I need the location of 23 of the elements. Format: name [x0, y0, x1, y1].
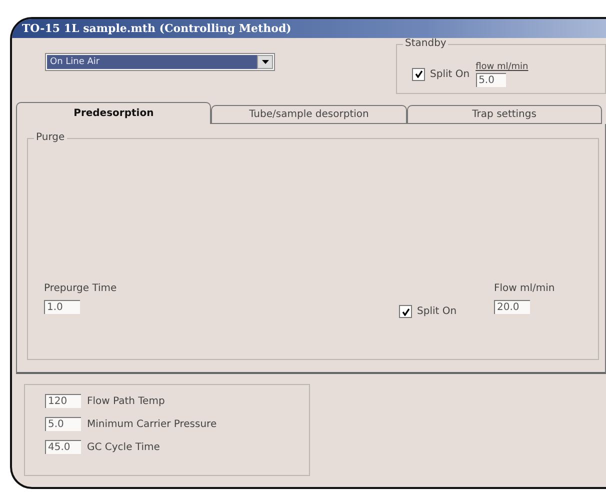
field-label: flow ml/min: [476, 62, 528, 72]
window-title: TO-15 1L sample.mth (Controlling Method): [22, 22, 292, 35]
input-field[interactable]: 1.0: [44, 300, 80, 314]
checkbox-label: Split On: [417, 306, 457, 317]
input-field[interactable]: 5.0: [45, 417, 81, 431]
input-field[interactable]: 5.0: [476, 72, 506, 86]
field-label: Flow Path Temp: [87, 396, 165, 406]
input-field[interactable]: 120: [45, 394, 81, 408]
group-title: Purge: [34, 132, 67, 143]
checkbox[interactable]: [399, 305, 412, 318]
checkbox-label: Split On: [430, 68, 470, 80]
input-field[interactable]: 45.0: [45, 440, 81, 454]
field-label: Flow ml/min: [494, 283, 555, 294]
field-label: Minimum Carrier Pressure: [87, 418, 217, 430]
method-dropdown[interactable]: On Line Air: [45, 53, 275, 71]
group-title: Standby: [403, 38, 448, 49]
field-label: GC Cycle Time: [87, 442, 160, 452]
tab[interactable]: Predesorption: [16, 102, 212, 124]
input-field[interactable]: 20.0: [494, 300, 530, 314]
checkbox[interactable]: [412, 68, 425, 80]
tab[interactable]: Trap settings: [406, 105, 602, 124]
field-label: Prepurge Time: [44, 283, 118, 294]
tab[interactable]: Tube/sample desorption: [211, 105, 407, 124]
